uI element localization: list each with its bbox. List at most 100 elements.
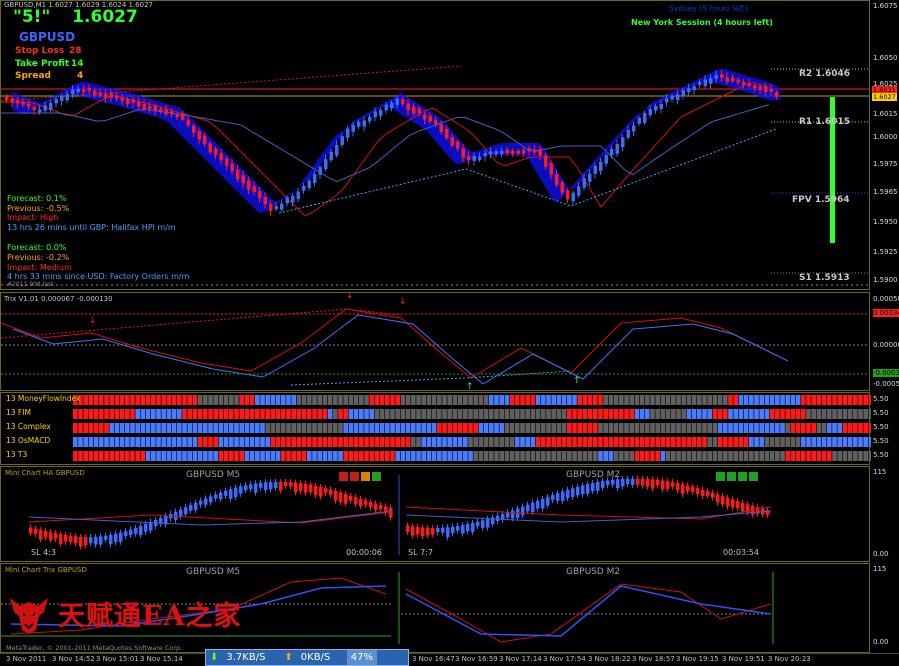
- time-tick: 3 Nov 19:15: [676, 655, 719, 663]
- take-profit-row: Take Profit 14: [15, 59, 84, 69]
- mini-candle-body: [354, 497, 358, 505]
- mini-candle-body: [244, 485, 248, 491]
- trix-panel[interactable]: Trix V1.01 0.000067 -0.000130 ↓ ↓ ↓ ↑ ↑: [0, 292, 870, 391]
- candle-body: [698, 81, 702, 85]
- mini-left-title: GBPUSD M5: [186, 470, 241, 480]
- strip-block: [634, 451, 640, 461]
- strip-block: [842, 423, 848, 433]
- strip-block: [842, 437, 848, 447]
- strip-block: [421, 409, 426, 419]
- mini-candle-body: [436, 527, 440, 533]
- strip-block: [837, 395, 842, 405]
- mini-candle-body: [139, 526, 143, 536]
- strip-block: [395, 451, 400, 461]
- candle-body: [49, 103, 53, 111]
- candle-body: [417, 108, 421, 114]
- mini-candle-body: [39, 529, 43, 540]
- candle-body: [82, 89, 86, 93]
- strip-block: [598, 395, 603, 405]
- mini-candle-body: [676, 483, 680, 491]
- mini-candle-body: [431, 528, 435, 535]
- trix-tick: -0.00034: [873, 369, 899, 377]
- mini-signal-box: [738, 472, 747, 481]
- price-chart-panel[interactable]: GBPUSD,M1 1.6027 1.6029 1.6024 1.6027 "5…: [0, 0, 870, 290]
- strip-block: [608, 451, 614, 461]
- strip-block: [104, 395, 109, 405]
- strip-block: [655, 423, 660, 433]
- strip-block: [858, 395, 863, 405]
- price-tick: 1.6000: [873, 133, 898, 141]
- strip-block: [343, 409, 348, 419]
- mini-candle-body: [621, 478, 625, 487]
- strip-block: [780, 437, 785, 447]
- strip-block: [509, 395, 515, 405]
- strip-block: [608, 437, 614, 447]
- strip-block: [806, 395, 811, 405]
- candle-body: [384, 104, 388, 111]
- mini-candle-body: [616, 479, 620, 489]
- spread-label: Spread: [15, 71, 51, 81]
- strip-block: [286, 451, 291, 461]
- strip-block: [847, 437, 853, 447]
- strip-block: [161, 437, 166, 447]
- strip-block: [681, 395, 686, 405]
- strip-block: [218, 451, 224, 461]
- headline: "5!" 1.6027: [13, 7, 138, 27]
- strip-block: [717, 437, 723, 447]
- mini-candle-body: [546, 496, 550, 506]
- strip-block: [603, 409, 608, 419]
- strip-block: [660, 409, 666, 419]
- network-status-bar[interactable]: ⬇ 3.7KB/S ⬆ 0KB/S 47%: [205, 649, 409, 666]
- strip-block: [301, 437, 307, 447]
- strip-label: 13 T3: [6, 450, 28, 459]
- candle-body: [329, 151, 333, 161]
- strip-block: [790, 395, 796, 405]
- candle-body: [302, 186, 306, 191]
- strip-block: [530, 423, 536, 433]
- strip-block: [109, 451, 114, 461]
- strip-block: [468, 451, 473, 461]
- candle-body: [192, 125, 196, 133]
- strip-block: [338, 451, 343, 461]
- candle-body: [318, 167, 322, 175]
- price-tick: 1.6075: [873, 2, 898, 10]
- strip-block: [827, 409, 832, 419]
- strip-block: [676, 409, 681, 419]
- candle-body: [632, 125, 636, 132]
- mini-signal-box: [361, 472, 370, 481]
- mini-candle-body: [571, 488, 575, 497]
- candle-body: [659, 103, 663, 109]
- strip-block: [463, 437, 468, 447]
- strip-block: [255, 409, 260, 419]
- strip-block: [260, 395, 265, 405]
- strip-block: [83, 437, 88, 447]
- strip-block: [842, 409, 848, 419]
- mini-candle-body: [134, 527, 138, 534]
- mini-candle-body: [411, 526, 415, 536]
- strip-block: [307, 395, 312, 405]
- strip-block: [608, 423, 614, 433]
- strip-block: [218, 437, 224, 447]
- mini-candle-body: [344, 494, 348, 504]
- candle-body: [214, 148, 218, 156]
- strip-block: [416, 451, 421, 461]
- candle-body: [60, 96, 64, 101]
- strip-block: [83, 451, 88, 461]
- mini-chart-ha-panel[interactable]: Mini Chart HA GBPUSD GBPUSD M5 GBPUSD M2…: [0, 466, 870, 562]
- strip-block: [447, 437, 452, 447]
- mini-candle-body: [561, 491, 565, 501]
- strip-block: [275, 423, 281, 433]
- strip-block: [275, 395, 281, 405]
- strip-block: [556, 451, 562, 461]
- signal-strips-panel[interactable]: 13 MoneyFlowIndex 13 FIM 13 Complex 13 O…: [0, 392, 874, 465]
- strip-block: [213, 437, 218, 447]
- strip-block: [333, 395, 338, 405]
- strip-block: [182, 451, 187, 461]
- strip-block: [151, 437, 156, 447]
- strip-block: [785, 423, 790, 433]
- trix-tick: -0.00058: [873, 380, 899, 388]
- candle-body: [153, 105, 157, 111]
- strip-block: [775, 409, 780, 419]
- strip-block: [593, 423, 598, 433]
- mini-scale-bottom: 0.00: [873, 550, 889, 558]
